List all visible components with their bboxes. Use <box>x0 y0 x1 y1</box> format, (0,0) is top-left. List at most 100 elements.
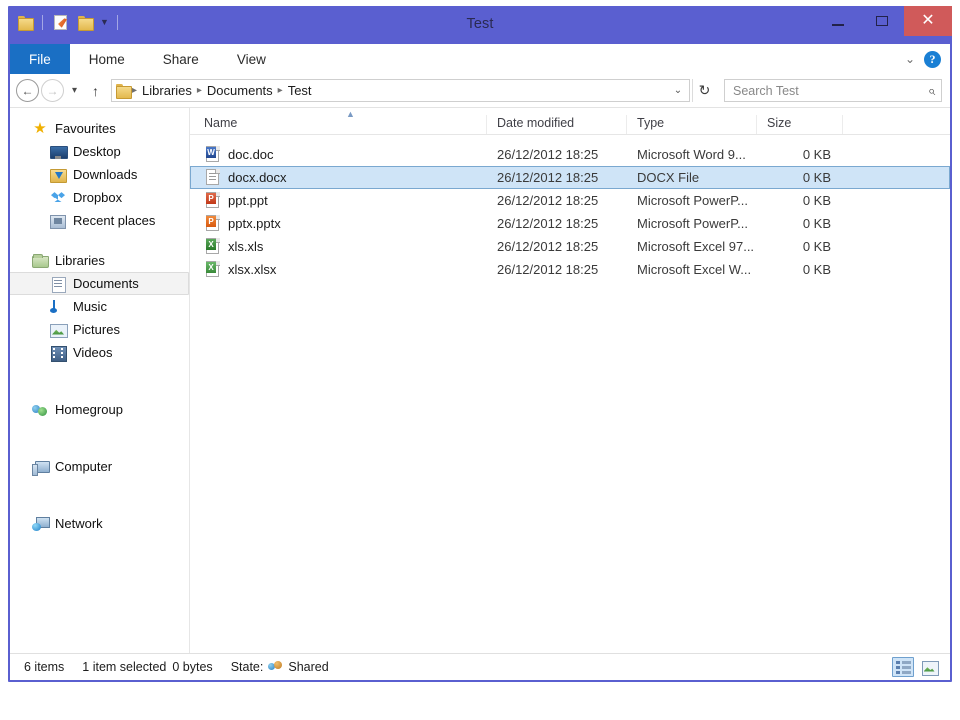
sidebar-item-recent-places[interactable]: Recent places <box>10 209 189 232</box>
sidebar-item-label: Homegroup <box>55 402 123 417</box>
status-badge: State: Shared <box>231 660 329 674</box>
file-name-text: docx.docx <box>228 170 287 185</box>
column-header-date-modified[interactable]: Date modified <box>486 115 626 134</box>
file-date-cell: 26/12/2012 18:25 <box>487 147 627 162</box>
table-row[interactable]: docx.docx 26/12/2012 18:25 DOCX File 0 K… <box>190 166 950 189</box>
tab-view[interactable]: View <box>218 44 285 74</box>
sidebar-item-label: Network <box>55 516 103 531</box>
sidebar-item-label: Desktop <box>73 144 121 159</box>
search-box[interactable]: Search Test ⌕ <box>724 79 942 102</box>
state-value: Shared <box>288 660 328 674</box>
sidebar-group-label: Libraries <box>55 253 105 268</box>
breadcrumb-item-documents[interactable]: Documents <box>203 83 277 98</box>
sidebar-item-videos[interactable]: Videos <box>10 341 189 364</box>
column-header-size[interactable]: Size <box>756 115 842 134</box>
refresh-button[interactable]: ↻ <box>692 79 716 102</box>
sidebar-item-desktop[interactable]: Desktop <box>10 140 189 163</box>
table-row[interactable]: W doc.doc 26/12/2012 18:25 Microsoft Wor… <box>190 143 950 166</box>
nav-spacer-2 <box>10 364 189 381</box>
generic-file-icon <box>205 169 221 186</box>
help-icon[interactable]: ? <box>924 51 941 68</box>
maximize-button[interactable] <box>860 6 904 36</box>
sidebar-item-computer[interactable]: Computer <box>10 455 189 478</box>
large-icons-view-button[interactable] <box>918 657 940 677</box>
file-date-cell: 26/12/2012 18:25 <box>487 262 627 277</box>
documents-library-icon <box>50 276 66 292</box>
up-button[interactable]: ↑ <box>85 83 106 99</box>
breadcrumb[interactable]: ▸ Libraries ▸ Documents ▸ Test ⌄ <box>111 79 690 102</box>
sidebar-item-documents[interactable]: Documents <box>10 272 189 295</box>
window-menu-folder-icon[interactable] <box>14 11 36 33</box>
file-type-cell: Microsoft Word 9... <box>627 147 757 162</box>
selection-size-label: 0 bytes <box>172 660 212 674</box>
table-row[interactable]: P pptx.pptx 26/12/2012 18:25 Microsoft P… <box>190 212 950 235</box>
recent-locations-icon[interactable]: ▾ <box>66 85 83 96</box>
table-row[interactable]: X xls.xls 26/12/2012 18:25 Microsoft Exc… <box>190 235 950 258</box>
sidebar-item-downloads[interactable]: Downloads <box>10 163 189 186</box>
file-size-cell: 0 KB <box>757 262 843 277</box>
file-type-cell: Microsoft PowerP... <box>627 216 757 231</box>
column-header-name[interactable]: Name <box>190 115 486 134</box>
sidebar-group-libraries[interactable]: Libraries <box>10 249 189 272</box>
sidebar-item-label: Recent places <box>73 213 155 228</box>
excel-file-icon: X <box>205 238 221 255</box>
quick-access-toolbar: ▼ <box>14 6 121 36</box>
file-size-cell: 0 KB <box>757 193 843 208</box>
sidebar-item-label: Pictures <box>73 322 120 337</box>
computer-icon <box>32 459 48 475</box>
file-date-cell: 26/12/2012 18:25 <box>487 216 627 231</box>
title-bar[interactable]: ▼ Test ✕ <box>8 6 952 44</box>
file-name-text: xlsx.xlsx <box>228 262 276 277</box>
table-row[interactable]: P ppt.ppt 26/12/2012 18:25 Microsoft Pow… <box>190 189 950 212</box>
sidebar-item-dropbox[interactable]: Dropbox <box>10 186 189 209</box>
file-type-cell: DOCX File <box>627 170 757 185</box>
dropbox-icon <box>50 190 66 206</box>
nav-spacer-3 <box>10 381 189 398</box>
recent-places-icon <box>50 213 66 229</box>
back-button[interactable]: ← <box>16 79 39 102</box>
tab-file[interactable]: File <box>10 44 70 74</box>
file-size-cell: 0 KB <box>757 170 843 185</box>
sidebar-group-favourites[interactable]: ★ Favourites <box>10 117 189 140</box>
breadcrumb-dropdown-icon[interactable]: ⌄ <box>669 85 687 96</box>
tab-home[interactable]: Home <box>70 44 144 74</box>
properties-button[interactable] <box>49 11 71 33</box>
file-name-cell: W doc.doc <box>191 146 487 163</box>
minimize-button[interactable] <box>816 6 860 36</box>
qat-separator <box>42 15 43 30</box>
sidebar-item-label: Downloads <box>73 167 137 182</box>
breadcrumb-separator-1: ▸ <box>196 85 203 96</box>
large-icons-view-icon <box>922 661 937 674</box>
sidebar-item-label: Videos <box>73 345 113 360</box>
sidebar-item-homegroup[interactable]: Homegroup <box>10 398 189 421</box>
file-list-pane: ▲ Name Date modified Type Size W doc.doc <box>190 108 950 653</box>
tab-share[interactable]: Share <box>144 44 218 74</box>
file-type-cell: Microsoft PowerP... <box>627 193 757 208</box>
sidebar-item-music[interactable]: Music <box>10 295 189 318</box>
breadcrumb-separator-0: ▸ <box>131 85 138 96</box>
close-icon: ✕ <box>921 13 934 29</box>
file-name-text: pptx.pptx <box>228 216 281 231</box>
selection-count-label: 1 item selected <box>82 660 166 674</box>
sidebar-item-pictures[interactable]: Pictures <box>10 318 189 341</box>
new-folder-icon <box>78 16 93 29</box>
navigation-pane: ★ Favourites Desktop Downloads Dropbox R… <box>10 108 190 653</box>
file-name-cell: P ppt.ppt <box>191 192 487 209</box>
column-header-type[interactable]: Type <box>626 115 756 134</box>
nav-spacer-4 <box>10 421 189 438</box>
chevron-down-icon[interactable]: ▼ <box>100 18 109 27</box>
videos-library-icon <box>50 345 66 361</box>
forward-button[interactable]: → <box>41 79 64 102</box>
pictures-library-icon <box>50 322 66 338</box>
file-size-cell: 0 KB <box>757 147 843 162</box>
search-input[interactable]: Search Test <box>733 84 928 98</box>
file-size-cell: 0 KB <box>757 239 843 254</box>
new-folder-button[interactable] <box>74 11 96 33</box>
close-button[interactable]: ✕ <box>904 6 952 36</box>
breadcrumb-item-test[interactable]: Test <box>284 83 316 98</box>
expand-ribbon-icon[interactable]: ⌄ <box>905 53 915 65</box>
breadcrumb-item-libraries[interactable]: Libraries <box>138 83 196 98</box>
sidebar-item-network[interactable]: Network <box>10 512 189 535</box>
table-row[interactable]: X xlsx.xlsx 26/12/2012 18:25 Microsoft E… <box>190 258 950 281</box>
details-view-button[interactable] <box>892 657 914 677</box>
